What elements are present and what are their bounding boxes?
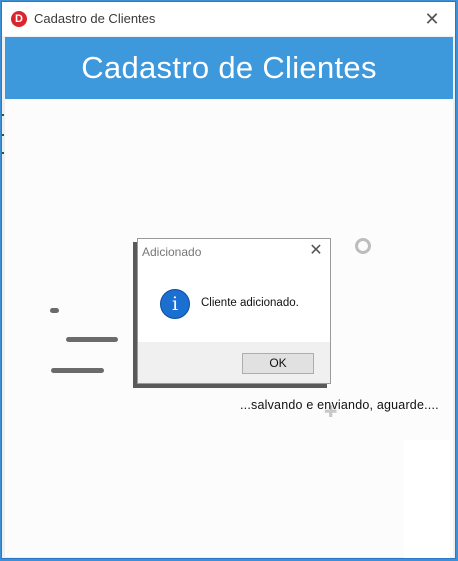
loading-status-text: ...salvando e enviando, aguarde.... [240,398,439,412]
loading-dot [50,308,59,313]
window-titlebar[interactable]: D Cadastro de Clientes ✕ [2,2,455,36]
loading-bar [66,337,118,342]
window-close-button[interactable]: ✕ [409,2,455,36]
page-title: Cadastro de Clientes [81,50,377,85]
content-panel [404,440,450,558]
app-window: D Cadastro de Clientes ✕ Cadastro de Cli… [1,1,456,559]
dialog-close-button[interactable]: ✕ [308,242,324,260]
app-logo-icon: D [11,11,27,27]
ok-button[interactable]: OK [242,353,314,374]
loading-ring-icon [355,238,371,254]
info-icon: i [160,289,190,319]
left-edge-mark [2,114,4,116]
page-header: Cadastro de Clientes [5,37,453,99]
window-title: Cadastro de Clientes [34,11,156,26]
dialog-footer: OK [138,342,330,383]
dialog-titlebar[interactable]: Adicionado ✕ [138,239,330,264]
loading-bar [51,368,104,373]
left-edge-mark [2,134,4,136]
dialog-title: Adicionado [142,245,202,259]
dialog-message: Cliente adicionado. [201,297,299,309]
message-dialog: Adicionado ✕ i Cliente adicionado. OK [137,238,331,384]
left-edge-mark [2,152,4,154]
